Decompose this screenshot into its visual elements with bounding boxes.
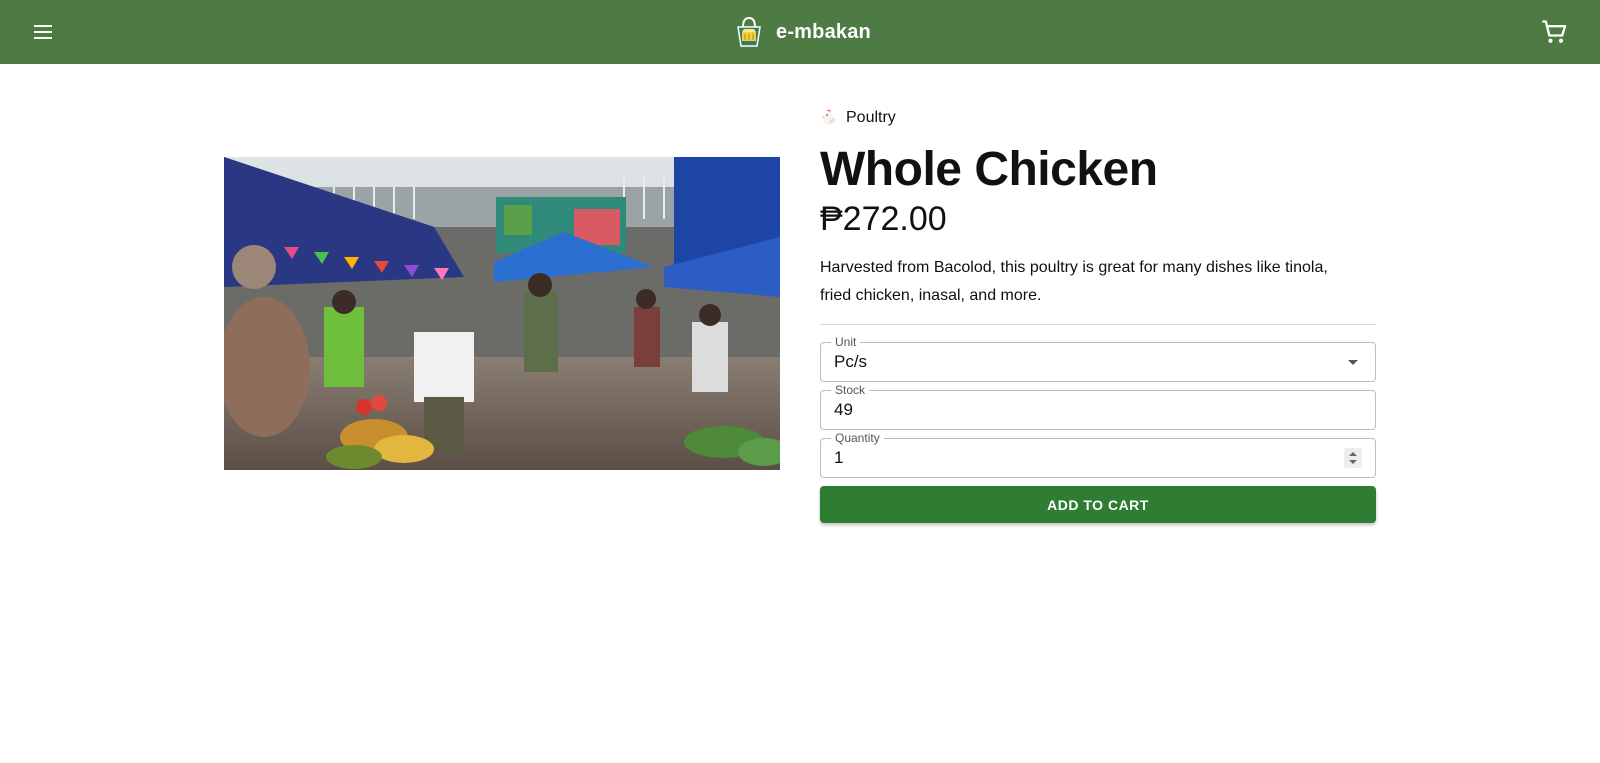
- quantity-value[interactable]: 1: [834, 448, 1344, 468]
- market-photo: [224, 157, 780, 470]
- product-photo: [224, 157, 780, 470]
- quantity-field[interactable]: Quantity 1: [820, 431, 1376, 478]
- stepper-up-icon[interactable]: [1349, 452, 1357, 456]
- hamburger-menu-icon[interactable]: [27, 16, 59, 48]
- stock-field[interactable]: Stock 49: [820, 383, 1376, 430]
- unit-value: Pc/s: [834, 352, 868, 371]
- divider: [820, 324, 1376, 325]
- unit-label: Unit: [831, 335, 861, 349]
- unit-select[interactable]: Unit Pc/s: [820, 335, 1376, 382]
- brand[interactable]: e-mbakan: [732, 15, 871, 49]
- category-label: Poultry: [846, 109, 896, 126]
- stock-value: 49: [834, 400, 853, 419]
- stepper-down-icon[interactable]: [1349, 460, 1357, 464]
- basket-logo-icon: [737, 16, 761, 47]
- stock-label: Stock: [831, 383, 870, 397]
- product-details: Poultry Whole Chicken ₱272.00 Harvested …: [820, 106, 1376, 523]
- product-category: Poultry: [820, 106, 1376, 130]
- product-name: Whole Chicken: [820, 143, 1158, 196]
- app-bar: e-mbakan: [0, 0, 1600, 64]
- quantity-label: Quantity: [831, 431, 884, 445]
- chicken-icon: [822, 109, 836, 126]
- chevron-down-icon[interactable]: [1348, 359, 1358, 365]
- shopping-cart-icon[interactable]: [1540, 18, 1568, 46]
- product-price: ₱272.00: [820, 200, 947, 238]
- add-to-cart-button[interactable]: ADD TO CART: [820, 486, 1376, 523]
- product-description: Harvested from Bacolod, this poultry is …: [820, 259, 1328, 304]
- brand-name: e-mbakan: [776, 20, 871, 43]
- quantity-stepper[interactable]: [1344, 448, 1362, 468]
